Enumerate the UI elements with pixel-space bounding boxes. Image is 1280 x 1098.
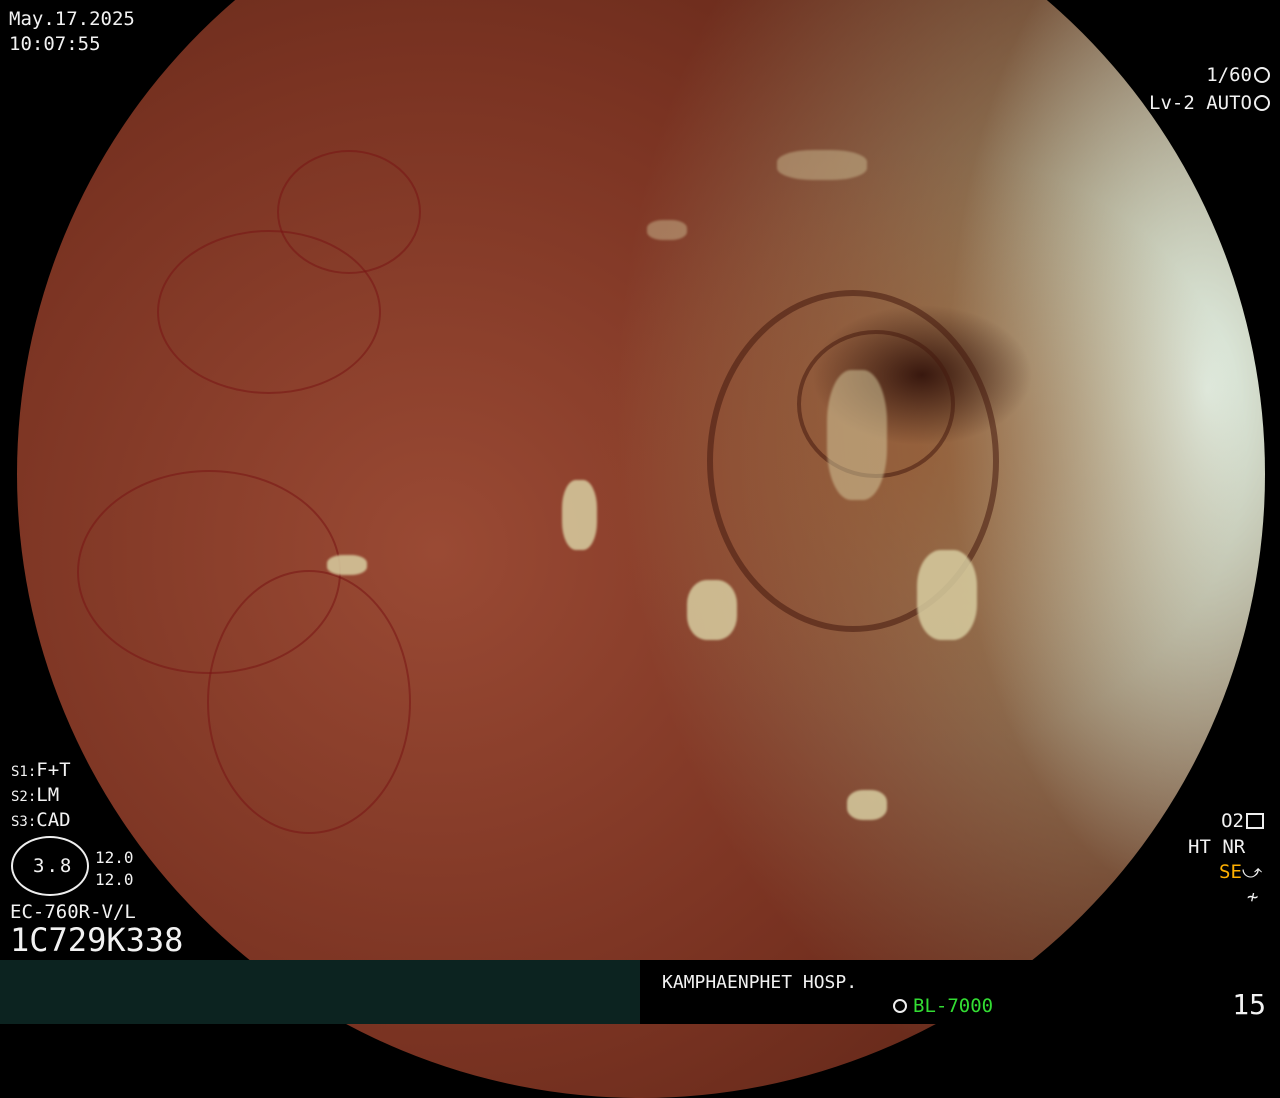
s1-value: F+T: [36, 759, 71, 781]
sliders-icon: [1246, 813, 1264, 829]
value-b: 12.0: [95, 870, 134, 889]
vessel: [277, 150, 421, 274]
level-mode-readout: Lv-2 AUTO: [1126, 70, 1270, 114]
zoom-value: 3.8: [33, 855, 74, 877]
debris: [917, 550, 977, 640]
date: May.17.2025: [9, 8, 135, 30]
o2-label: O2: [1221, 810, 1244, 832]
setting-s2: S2:LM: [11, 784, 59, 808]
debris: [562, 480, 597, 550]
s3-value: CAD: [36, 809, 71, 831]
debris: [687, 580, 737, 640]
vessel: [207, 570, 411, 834]
s2-value: LM: [36, 784, 60, 806]
frame-number: 15: [1232, 988, 1266, 1021]
scope-serial: 1C729K338: [10, 921, 184, 959]
sun-icon: [893, 999, 907, 1013]
time: 10:07:55: [9, 33, 101, 55]
s1-label: S1:: [11, 764, 37, 780]
ht-label: HT: [1188, 836, 1211, 858]
setting-s1: S1:F+T: [11, 759, 71, 783]
setting-s3: S3:CAD: [11, 809, 71, 833]
scope-model: EC-760R-V/L: [10, 901, 136, 923]
endoscopic-image: [17, 0, 1265, 1098]
light-source: BL-7000: [893, 995, 993, 1017]
hospital-name: KAMPHAENPHET HOSP.: [662, 972, 858, 993]
debris: [827, 370, 887, 500]
se-readout: SE⤻: [1219, 861, 1262, 883]
debris: [327, 555, 367, 575]
s2-label: S2:: [11, 789, 37, 805]
footer-left-bar: [0, 960, 640, 1024]
s3-label: S3:: [11, 814, 37, 830]
se-label: SE: [1219, 861, 1242, 883]
nr-label: NR: [1222, 836, 1246, 858]
debris: [777, 150, 867, 180]
debris: [847, 790, 887, 820]
iris-icon: [1254, 95, 1270, 111]
value-a: 12.0: [95, 848, 134, 867]
level-value: Lv-2: [1149, 92, 1195, 114]
ht-nr-readout: HT NR: [1188, 836, 1245, 858]
light-source-label: BL-7000: [913, 995, 994, 1017]
mode-value: AUTO: [1206, 92, 1252, 114]
lightning-icon: ≁: [1247, 886, 1259, 908]
o2-readout: O2: [1221, 810, 1264, 832]
curve-icon: ⤻: [1241, 861, 1263, 883]
debris: [647, 220, 687, 240]
